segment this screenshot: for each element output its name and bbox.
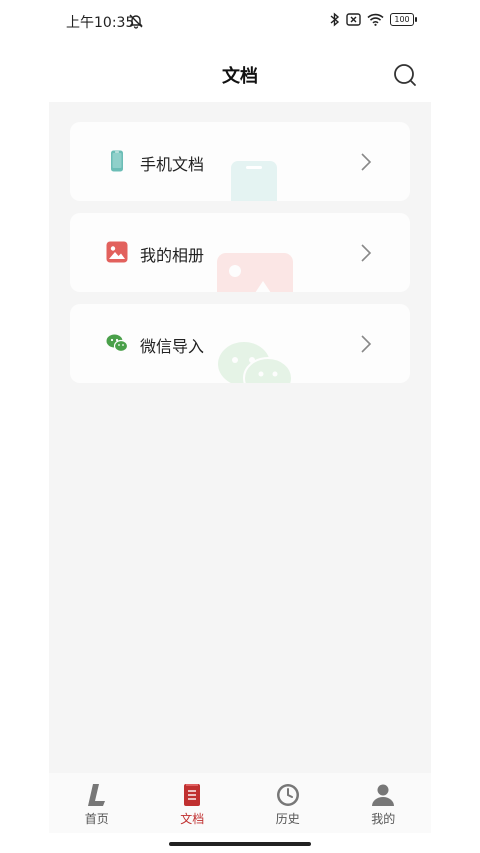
wechat-import-label: 微信导入 [140, 337, 205, 356]
wechat-import-card[interactable]: 微信导入 [70, 304, 410, 383]
battery-indicator: 100 [390, 13, 417, 26]
home-logo-icon [87, 784, 105, 806]
picture-watermark-icon [217, 253, 293, 292]
home-indicator[interactable] [169, 842, 311, 846]
chevron-right-icon [361, 153, 372, 171]
mute-bell-icon [129, 14, 143, 29]
wechat-watermark-icon [218, 342, 293, 383]
clock-icon [276, 784, 299, 806]
document-icon [184, 784, 201, 806]
search-icon[interactable] [392, 62, 418, 88]
person-icon [372, 784, 395, 806]
my-album-card[interactable]: 我的相册 [70, 213, 410, 292]
tab-history-label: 历史 [275, 812, 300, 826]
wechat-icon [106, 334, 128, 353]
tab-documents[interactable]: 文档 [145, 773, 241, 833]
picture-icon [106, 241, 128, 263]
phone-watermark-icon [231, 161, 277, 201]
tab-home[interactable]: 首页 [49, 773, 145, 833]
tab-history[interactable]: 历史 [240, 773, 336, 833]
status-time: 上午10:35 [66, 15, 135, 31]
phone-icon [111, 150, 123, 172]
bottom-tab-bar: 首页 文档 历史 我的 [49, 773, 431, 833]
tab-documents-label: 文档 [180, 812, 205, 826]
phone-documents-card[interactable]: 手机文档 [70, 122, 410, 201]
my-album-label: 我的相册 [140, 246, 205, 265]
status-icons: 100 [330, 12, 417, 27]
chevron-right-icon [361, 244, 372, 262]
tab-home-label: 首页 [84, 812, 109, 826]
tab-mine[interactable]: 我的 [336, 773, 432, 833]
sim-off-icon [346, 13, 361, 26]
tab-mine-label: 我的 [371, 812, 396, 826]
status-bar: 上午10:35 100 [0, 0, 480, 44]
document-sources-list: 手机文档 我的相册 微信导入 [49, 102, 431, 773]
chevron-right-icon [361, 335, 372, 353]
wifi-icon [367, 13, 384, 26]
bluetooth-icon [330, 12, 340, 27]
header: 文档 [0, 44, 480, 102]
phone-documents-label: 手机文档 [140, 155, 205, 174]
